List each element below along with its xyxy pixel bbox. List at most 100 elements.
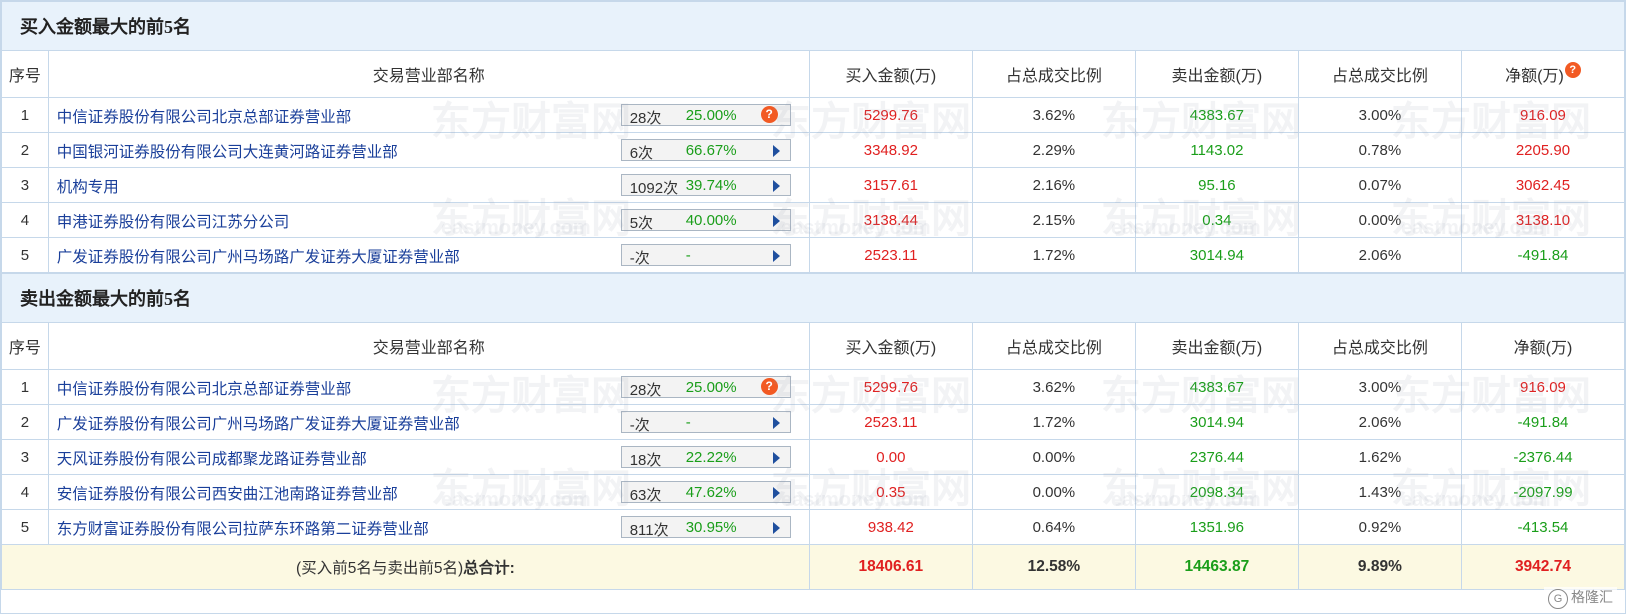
trade-count: -次 xyxy=(629,250,650,267)
win-rate: 30.95% xyxy=(685,519,737,536)
col-header-sell: 卖出金额(万) xyxy=(1134,50,1299,98)
trade-count: 28次 xyxy=(629,382,662,399)
sell-amount: 95.16 xyxy=(1134,167,1299,203)
help-icon[interactable]: ? xyxy=(1564,62,1581,78)
buy-amount: 3348.92 xyxy=(808,132,973,168)
sell-amount: 4383.67 xyxy=(1134,369,1299,405)
broker-name-link[interactable]: 广发证券股份有限公司广州马场路广发证券大厦证券营业部 xyxy=(57,412,460,434)
broker-name-link[interactable]: 中信证券股份有限公司北京总部证券营业部 xyxy=(57,105,352,127)
col-header-sell-ratio: 占总成交比例 xyxy=(1297,50,1462,98)
buy-ratio: 3.62% xyxy=(971,369,1136,405)
buy-amount: 0.00 xyxy=(808,439,973,475)
broker-stats-badge[interactable]: 1092次 39.74% xyxy=(620,174,791,197)
broker-cell: 东方财富证券股份有限公司拉萨东环路第二证券营业部 811次 30.95% xyxy=(47,509,810,545)
win-rate: 39.74% xyxy=(685,177,737,194)
total-sell-ratio: 9.89% xyxy=(1297,544,1462,590)
broker-name-link[interactable]: 安信证券股份有限公司西安曲江池南路证券营业部 xyxy=(57,482,398,504)
sell-ratio: 1.62% xyxy=(1297,439,1462,475)
col-header-name: 交易营业部名称 xyxy=(47,322,810,370)
total-label: (买入前5名与卖出前5名)总合计: xyxy=(1,544,810,590)
arrow-right-icon[interactable] xyxy=(772,145,780,157)
net-amount: 916.09 xyxy=(1460,97,1626,133)
arrow-right-icon[interactable] xyxy=(772,215,780,227)
col-header-name: 交易营业部名称 xyxy=(47,50,810,98)
row-index: 1 xyxy=(1,97,49,133)
broker-stats-badge[interactable]: 28次 25.00%? xyxy=(620,376,791,399)
arrow-right-icon[interactable] xyxy=(772,452,780,464)
broker-stats-badge[interactable]: 63次 47.62% xyxy=(620,481,791,504)
total-buy: 18406.61 xyxy=(808,544,973,590)
net-amount: -491.84 xyxy=(1460,237,1626,273)
broker-stats-badge[interactable]: 6次 66.67% xyxy=(620,139,791,162)
dragon-tiger-table: 买入金额最大的前5名 序号 交易营业部名称 买入金额(万) 占总成交比例 卖出金… xyxy=(0,0,1626,614)
table-row: 1 中信证券股份有限公司北京总部证券营业部 28次 25.00%? 5299.76 3.6… xyxy=(1,97,1626,133)
buy-top5-table: 买入金额最大的前5名 序号 交易营业部名称 买入金额(万) 占总成交比例 卖出金… xyxy=(1,1,1626,273)
col-header-buy-ratio: 占总成交比例 xyxy=(971,50,1136,98)
row-index: 1 xyxy=(1,369,49,405)
broker-cell: 机构专用 1092次 39.74% xyxy=(47,167,810,203)
sell-amount: 2098.34 xyxy=(1134,474,1299,510)
broker-cell: 广发证券股份有限公司广州马场路广发证券大厦证券营业部 -次 - xyxy=(47,237,810,273)
broker-stats-badge[interactable]: 18次 22.22% xyxy=(620,446,791,469)
win-rate: 40.00% xyxy=(685,212,737,229)
win-rate: 47.62% xyxy=(685,484,737,501)
trade-count: 6次 xyxy=(629,145,654,162)
buy-amount: 3157.61 xyxy=(808,167,973,203)
buy-ratio: 2.15% xyxy=(971,202,1136,238)
table-row: 2 中国银河证券股份有限公司大连黄河路证券营业部 6次 66.67% 3348.92 2.… xyxy=(1,132,1626,168)
broker-name-link[interactable]: 中国银河证券股份有限公司大连黄河路证券营业部 xyxy=(57,140,398,162)
broker-name-link[interactable]: 天风证券股份有限公司成都聚龙路证券营业部 xyxy=(57,447,367,469)
total-row: (买入前5名与卖出前5名)总合计: 18406.61 12.58% 14463.… xyxy=(1,544,1626,590)
arrow-right-icon[interactable] xyxy=(772,487,780,499)
win-rate: 25.00% xyxy=(685,107,737,124)
win-rate: - xyxy=(685,414,691,431)
sell-ratio: 2.06% xyxy=(1297,404,1462,440)
broker-stats-badge[interactable]: -次 - xyxy=(620,244,791,267)
broker-cell: 安信证券股份有限公司西安曲江池南路证券营业部 63次 47.62% xyxy=(47,474,810,510)
broker-name-link[interactable]: 机构专用 xyxy=(57,175,119,197)
arrow-right-icon[interactable] xyxy=(772,522,780,534)
arrow-right-icon[interactable] xyxy=(772,180,780,192)
sell-amount: 4383.67 xyxy=(1134,97,1299,133)
buy-ratio: 1.72% xyxy=(971,237,1136,273)
row-index: 5 xyxy=(1,509,49,545)
arrow-right-icon[interactable] xyxy=(772,250,780,262)
question-icon[interactable]: ? xyxy=(760,378,778,395)
broker-stats-badge[interactable]: 811次 30.95% xyxy=(620,516,791,539)
total-sell: 14463.87 xyxy=(1134,544,1299,590)
trade-count: 28次 xyxy=(629,110,662,127)
buy-amount: 5299.76 xyxy=(808,97,973,133)
sell-amount: 3014.94 xyxy=(1134,404,1299,440)
arrow-right-icon[interactable] xyxy=(772,417,780,429)
buy-ratio: 0.64% xyxy=(971,509,1136,545)
question-icon[interactable]: ? xyxy=(760,106,778,123)
table-row: 3 机构专用 1092次 39.74% 3157.61 2.16% 95.16 0.07% 30… xyxy=(1,167,1626,203)
broker-cell: 中信证券股份有限公司北京总部证券营业部 28次 25.00%? xyxy=(47,97,810,133)
trade-count: 811次 xyxy=(629,522,669,539)
broker-stats-badge[interactable]: 5次 40.00% xyxy=(620,209,791,232)
broker-cell: 申港证券股份有限公司江苏分公司 5次 40.00% xyxy=(47,202,810,238)
broker-name-link[interactable]: 东方财富证券股份有限公司拉萨东环路第二证券营业部 xyxy=(57,517,429,539)
corner-logo-icon: G xyxy=(1548,589,1568,609)
sell-ratio: 0.78% xyxy=(1297,132,1462,168)
broker-name-link[interactable]: 中信证券股份有限公司北京总部证券营业部 xyxy=(57,377,352,399)
broker-stats-badge[interactable]: -次 - xyxy=(620,411,791,434)
buy-ratio: 2.29% xyxy=(971,132,1136,168)
broker-name-link[interactable]: 申港证券股份有限公司江苏分公司 xyxy=(57,210,290,232)
broker-cell: 广发证券股份有限公司广州马场路广发证券大厦证券营业部 -次 - xyxy=(47,404,810,440)
col-header-index: 序号 xyxy=(1,322,49,370)
net-amount: -2097.99 xyxy=(1460,474,1626,510)
win-rate: - xyxy=(685,247,691,264)
buy-amount: 2523.11 xyxy=(808,237,973,273)
net-amount: 2205.90 xyxy=(1460,132,1626,168)
col-header-buy: 买入金额(万) xyxy=(808,50,973,98)
buy-section-title: 买入金额最大的前5名 xyxy=(1,1,1625,51)
sell-header-row: 序号 交易营业部名称 买入金额(万) 占总成交比例 卖出金额(万) 占总成交比例… xyxy=(1,322,1626,370)
sell-ratio: 1.43% xyxy=(1297,474,1462,510)
broker-name-link[interactable]: 广发证券股份有限公司广州马场路广发证券大厦证券营业部 xyxy=(57,245,460,267)
broker-stats-badge[interactable]: 28次 25.00%? xyxy=(620,104,791,127)
broker-cell: 天风证券股份有限公司成都聚龙路证券营业部 18次 22.22% xyxy=(47,439,810,475)
buy-amount: 938.42 xyxy=(808,509,973,545)
sell-ratio: 3.00% xyxy=(1297,97,1462,133)
table-row: 5 广发证券股份有限公司广州马场路广发证券大厦证券营业部 -次 - 2523.11 1.7… xyxy=(1,237,1626,273)
